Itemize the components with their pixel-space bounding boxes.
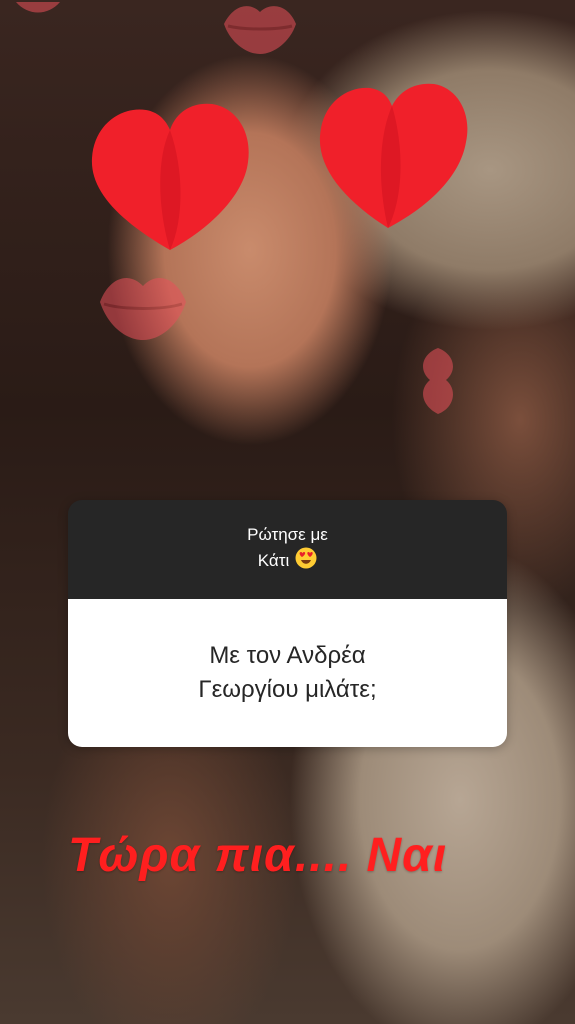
left-heart-sticker xyxy=(91,103,249,250)
question-prompt-line2-row: Κάτι xyxy=(258,547,317,576)
question-sticker[interactable]: Ρώτησε με Κάτι Με τον Ανδρέα Γεωργίου μι… xyxy=(68,500,507,747)
question-text-line2: Γεωργίου μιλάτε; xyxy=(198,676,377,703)
question-prompt-line2: Κάτι xyxy=(257,550,290,570)
question-sticker-body: Με τον Ανδρέα Γεωργίου μιλάτε; xyxy=(68,599,507,747)
kiss-lips-sticker-corner xyxy=(16,2,60,13)
answer-text-overlay[interactable]: Τώρα πια.... Ναι xyxy=(68,828,508,883)
kiss-lips-sticker-top xyxy=(224,6,296,55)
kiss-lips-sticker-cheek xyxy=(100,278,186,340)
heart-eyes-emoji-icon xyxy=(295,547,317,576)
kiss-lips-sticker-shoulder xyxy=(423,348,453,414)
question-sticker-header: Ρώτησε με Κάτι xyxy=(68,500,507,599)
question-prompt-line1: Ρώτησε με xyxy=(247,525,328,544)
right-heart-sticker xyxy=(319,83,468,228)
question-text-line1: Με τον Ανδρέα xyxy=(209,642,366,669)
